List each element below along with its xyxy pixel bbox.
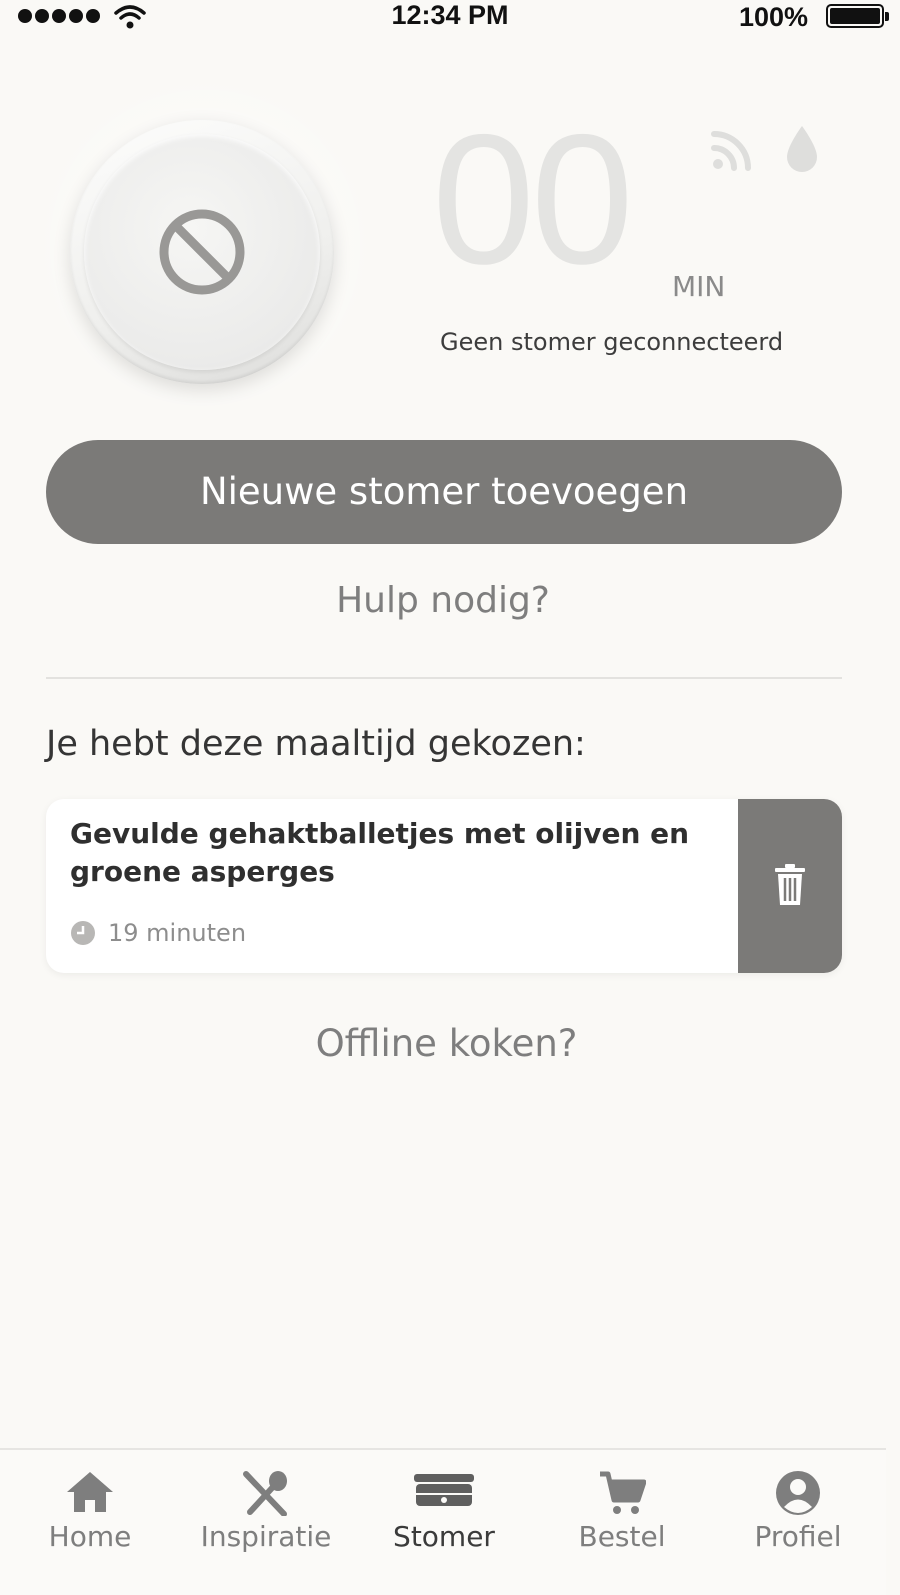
tab-label: Stomer: [393, 1520, 495, 1553]
tab-label: Bestel: [578, 1520, 666, 1553]
meal-card[interactable]: Gevulde gehaktballetjes met olijven en g…: [46, 799, 842, 973]
tab-label: Inspiratie: [200, 1520, 332, 1553]
profile-icon: [776, 1471, 820, 1515]
connection-status: Geen stomer geconnecteerd: [440, 328, 784, 356]
status-bar: 12:34 PM 100%: [0, 0, 900, 34]
battery-percentage: 100%: [738, 2, 808, 32]
steamer-knob[interactable]: [70, 120, 334, 384]
tab-bestel[interactable]: Bestel: [578, 1450, 666, 1595]
meal-duration-text: 19 minuten: [108, 919, 247, 947]
help-link[interactable]: Hulp nodig?: [0, 580, 886, 621]
divider: [46, 677, 842, 679]
water-drop-icon: [787, 126, 817, 172]
meal-name: Gevulde gehaktballetjes met olijven en g…: [70, 817, 690, 888]
steamer-knob-face[interactable]: [84, 134, 320, 370]
prohibited-icon: [159, 209, 245, 295]
battery-icon: [826, 4, 889, 28]
utensils-icon: [243, 1471, 287, 1516]
tab-home[interactable]: Home: [49, 1450, 131, 1595]
tab-label: Profiel: [754, 1520, 842, 1553]
add-steamer-button[interactable]: Nieuwe stomer toevoegen: [46, 440, 842, 544]
delete-meal-button[interactable]: [738, 799, 842, 973]
cart-icon: [600, 1471, 646, 1514]
tab-profiel[interactable]: Profiel: [754, 1450, 842, 1595]
offline-cooking-link[interactable]: Offline koken?: [0, 1022, 893, 1065]
trash-icon: [775, 864, 805, 905]
steamer-icon: [414, 1474, 474, 1506]
meal-duration: 19 minuten: [70, 919, 246, 947]
section-title: Je hebt deze maaltijd gekozen:: [46, 724, 586, 764]
tab-label: Home: [48, 1520, 132, 1553]
tab-inspiratie[interactable]: Inspiratie: [201, 1450, 331, 1595]
tab-stomer[interactable]: Stomer: [393, 1450, 495, 1595]
signal-feed-icon: [711, 131, 751, 171]
home-icon: [67, 1472, 113, 1512]
timer-minutes: 00: [432, 97, 634, 303]
tab-bar: Home Inspiratie Stomer Bestel Profiel: [0, 1448, 886, 1595]
clock-icon: [71, 921, 95, 945]
timer-unit: MIN: [672, 270, 726, 303]
